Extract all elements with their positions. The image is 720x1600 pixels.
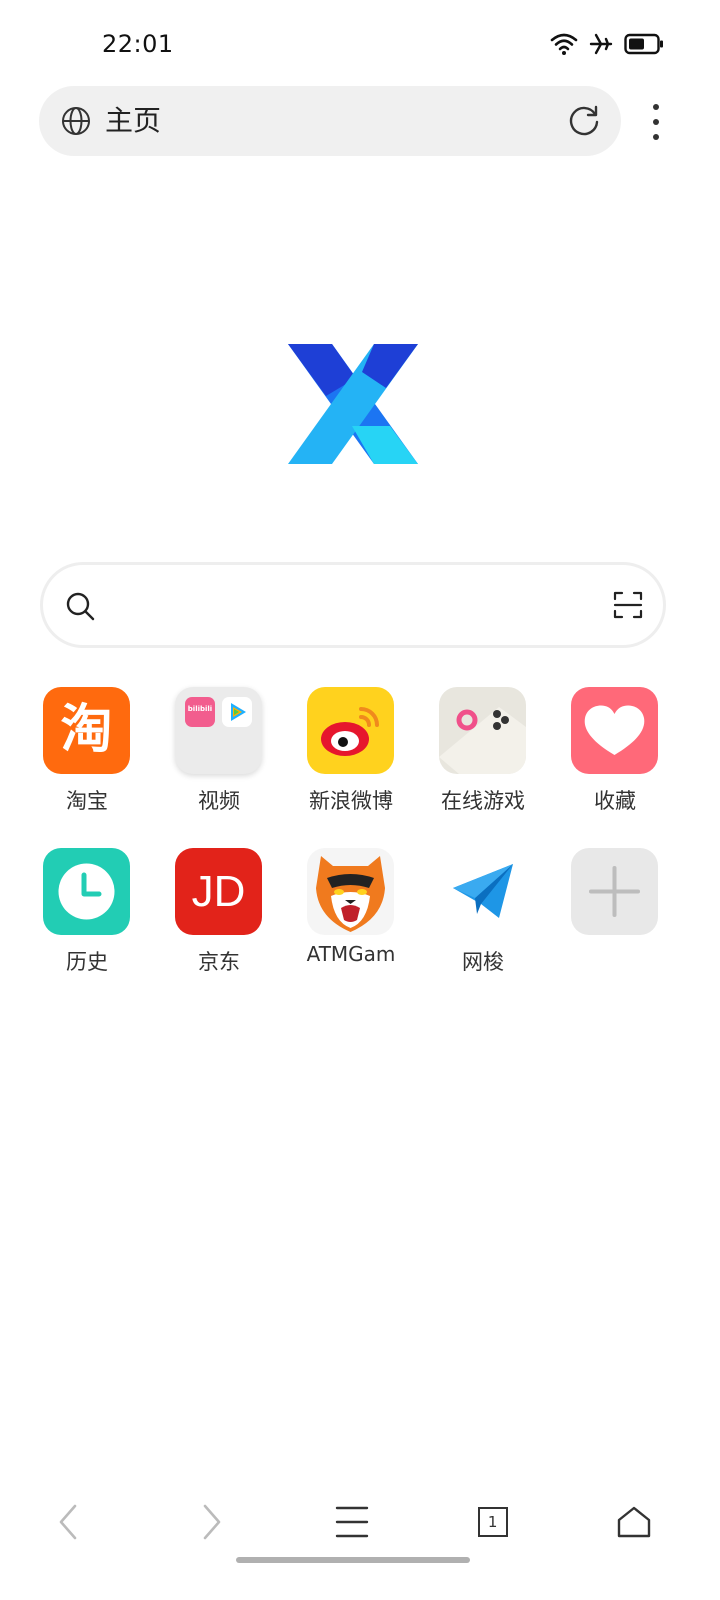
browser-home-screen: 22:01 主页 淘 淘宝 bilibili 视频 新浪微博 在线游戏 收藏 历… xyxy=(0,0,720,1600)
status-time: 22:01 xyxy=(102,30,174,58)
shortcut-label: 收藏 xyxy=(594,789,636,813)
back-icon xyxy=(59,1504,77,1540)
search-input[interactable] xyxy=(113,579,587,633)
shortcut-label: 在线游戏 xyxy=(441,789,525,813)
battery-icon xyxy=(624,33,663,55)
shortcut-games[interactable]: 在线游戏 xyxy=(417,687,549,817)
shortcut-label: 淘宝 xyxy=(66,789,108,813)
menu-button[interactable] xyxy=(312,1480,392,1564)
forward-button[interactable] xyxy=(172,1480,252,1564)
shortcut-favorites[interactable]: 收藏 xyxy=(549,687,681,817)
shortcut-label: 网梭 xyxy=(462,950,504,974)
shortcut-taobao[interactable]: 淘 淘宝 xyxy=(21,687,153,817)
back-button[interactable] xyxy=(28,1480,108,1564)
shortcut-label: 新浪微博 xyxy=(309,789,393,813)
globe-icon xyxy=(62,107,90,135)
address-title: 主页 xyxy=(105,104,162,137)
taobao-icon: 淘 xyxy=(43,687,130,774)
jd-icon: JD xyxy=(175,848,262,935)
bilibili-icon: bilibili xyxy=(185,697,215,727)
shortcut-label: ATMGam xyxy=(306,942,396,966)
home-button[interactable] xyxy=(594,1480,674,1564)
shortcut-label: 京东 xyxy=(198,950,240,974)
shortcut-video[interactable]: bilibili 视频 xyxy=(153,687,285,817)
add-shortcut-button[interactable] xyxy=(549,848,681,978)
weibo-icon xyxy=(307,687,394,774)
scan-icon[interactable] xyxy=(613,590,643,620)
gamepad-icon xyxy=(439,687,526,774)
search-box[interactable] xyxy=(40,562,666,648)
add-icon xyxy=(571,848,658,935)
more-icon[interactable] xyxy=(640,100,672,144)
shortcut-jd[interactable]: JD 京东 xyxy=(153,848,285,978)
tabs-button[interactable]: 1 xyxy=(453,1480,533,1564)
clock-icon xyxy=(43,848,130,935)
tab-count: 1 xyxy=(487,1512,498,1531)
video-folder-icon: bilibili xyxy=(175,687,262,774)
x-browser-logo xyxy=(288,344,418,464)
address-bar[interactable]: 主页 xyxy=(39,86,621,156)
status-icons xyxy=(550,30,664,58)
shortcut-atmgam[interactable]: ATMGam xyxy=(285,848,417,978)
tabs-icon: 1 xyxy=(478,1507,508,1537)
shortcut-label: 历史 xyxy=(66,950,108,974)
forward-icon xyxy=(203,1504,221,1540)
shortcut-history[interactable]: 历史 xyxy=(21,848,153,978)
tencent-video-icon xyxy=(222,697,252,727)
status-bar: 22:01 xyxy=(0,0,720,80)
search-icon xyxy=(66,592,95,621)
refresh-icon[interactable] xyxy=(567,104,601,138)
shortcut-wangsuo[interactable]: 网梭 xyxy=(417,848,549,978)
wifi-icon xyxy=(550,33,578,55)
tiger-icon xyxy=(307,848,394,935)
shortcut-weibo[interactable]: 新浪微博 xyxy=(285,687,417,817)
home-icon xyxy=(617,1506,651,1538)
home-indicator[interactable] xyxy=(236,1557,470,1563)
menu-icon xyxy=(335,1506,369,1538)
paper-plane-icon xyxy=(439,848,526,935)
airplane-icon xyxy=(589,33,613,55)
heart-icon xyxy=(571,687,658,774)
bottom-nav: 1 xyxy=(0,1480,720,1564)
shortcut-label: 视频 xyxy=(198,789,240,813)
